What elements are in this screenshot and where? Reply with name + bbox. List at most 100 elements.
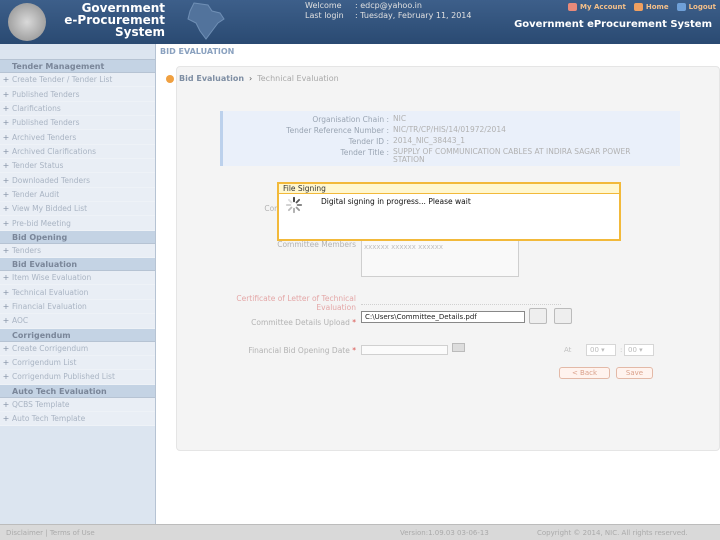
- my-account-link[interactable]: My Account: [568, 3, 626, 11]
- sidebar-item[interactable]: + Financial Evaluation: [0, 299, 155, 315]
- sidebar-group-header[interactable]: Bid Opening: [0, 230, 155, 244]
- sidebar-item-label: Financial Evaluation: [12, 301, 87, 311]
- plus-icon: +: [2, 175, 10, 185]
- dialog-message: Digital signing in progress... Please wa…: [321, 197, 471, 206]
- sidebar-item[interactable]: + AOC: [0, 314, 155, 329]
- sidebar-item[interactable]: + Create Corrigendum: [0, 341, 155, 356]
- breadcrumb: Bid Evaluation › Technical Evaluation: [166, 74, 339, 83]
- lastlogin-value: : Tuesday, February 11, 2014: [355, 11, 472, 20]
- sidebar-item-label: QCBS Template: [12, 399, 70, 409]
- sidebar-item[interactable]: + Clarifications: [0, 101, 155, 117]
- sidebar-item[interactable]: + Corrigendum Published List: [0, 370, 155, 385]
- home-icon: [633, 3, 643, 11]
- info-row-ref: Tender Reference Number : NIC/TR/CP/HIS/1…: [223, 126, 648, 136]
- plus-icon: +: [2, 245, 10, 255]
- dialog-body: Digital signing in progress... Please wa…: [279, 194, 619, 239]
- sidebar-item[interactable]: + Pre-bid Meeting: [0, 216, 155, 231]
- browse-button[interactable]: [529, 308, 547, 324]
- plus-icon: +: [2, 89, 10, 99]
- committee-members-textarea[interactable]: xxxxxx xxxxxx xxxxxx: [361, 240, 519, 277]
- sidebar-top-strip: [0, 44, 155, 60]
- info-row-id: Tender ID : 2014_NIC_38443_1: [223, 136, 648, 147]
- plus-icon: +: [2, 132, 10, 142]
- sidebar-item-label: Item Wise Evaluation: [12, 273, 92, 283]
- sidebar-item[interactable]: + Tenders: [0, 243, 155, 259]
- sidebar-item-label: View My Bidded List: [12, 204, 88, 214]
- calendar-icon[interactable]: [452, 343, 465, 352]
- sidebar-item-label: Create Corrigendum: [12, 343, 89, 353]
- sidebar-item[interactable]: + Published Tenders: [0, 116, 155, 131]
- sidebar-item[interactable]: + Downloaded Tenders: [0, 173, 155, 188]
- plus-icon: +: [2, 316, 10, 326]
- file-signing-dialog: File Signing Digital signing in progress…: [277, 182, 621, 241]
- terms-link[interactable]: Terms of Use: [50, 529, 95, 537]
- sidebar-item[interactable]: + Published Tenders: [0, 87, 155, 102]
- sidebar-item-label: Published Tenders: [12, 89, 80, 99]
- minute-select[interactable]: 00 ▾: [624, 344, 654, 356]
- committee-members-value: xxxxxx xxxxxx xxxxxx: [364, 243, 444, 251]
- file-path-value: C:\Users\Committee_Details.pdf: [365, 313, 477, 321]
- sidebar-item-label: Tenders: [12, 245, 42, 255]
- sidebar-item-label: Auto Tech Template: [12, 414, 86, 424]
- plus-icon: +: [2, 161, 10, 171]
- sidebar-item[interactable]: + Create Tender / Tender List: [0, 73, 155, 88]
- committee-members-label-text: Committee Members: [277, 240, 356, 249]
- sidebar-item[interactable]: + Corrigendum List: [0, 355, 155, 371]
- sidebar-group-header[interactable]: Tender Management: [0, 60, 155, 73]
- hour-value: 00: [590, 346, 599, 354]
- info-key: Tender Reference Number :: [286, 126, 389, 135]
- sidebar-item-label: Archived Tenders: [12, 132, 77, 142]
- user-icon: [568, 3, 578, 11]
- sidebar-item-label: Tender Status: [12, 161, 64, 171]
- sidebar: Tender Management + Create Tender / Tender…: [0, 44, 156, 524]
- plus-icon: +: [2, 75, 10, 85]
- info-row-org: Organisation Chain : NIC: [223, 115, 648, 125]
- sidebar-item[interactable]: + Archived Tenders: [0, 130, 155, 145]
- sidebar-item[interactable]: + Tender Audit: [0, 187, 155, 203]
- sidebar-item-label: Corrigendum Published List: [12, 372, 115, 382]
- committee-members-label: Committee Members: [216, 240, 356, 249]
- sidebar-item[interactable]: + QCBS Template: [0, 397, 155, 412]
- hour-select[interactable]: 00 ▾: [586, 344, 616, 356]
- home-label: Home: [645, 3, 669, 11]
- national-emblem-logo: [8, 3, 46, 41]
- footer-links: Disclaimer | Terms of Use: [6, 529, 95, 537]
- back-button[interactable]: < Back: [559, 367, 610, 379]
- time-at-label: At: [564, 346, 572, 354]
- tender-info-box: Organisation Chain : NIC Tender Reference…: [220, 111, 680, 166]
- bullet-icon: [166, 74, 174, 83]
- financial-bid-date-label-text: Financial Bid Opening Date: [248, 346, 350, 355]
- sidebar-group-header[interactable]: Auto Tech Evaluation: [0, 384, 155, 398]
- plus-icon: +: [2, 146, 10, 156]
- info-value: 2014_NIC_38443_1: [393, 136, 466, 145]
- time-separator: :: [620, 346, 623, 354]
- upload-label-text: Committee Details Upload: [251, 318, 350, 327]
- financial-bid-date-input[interactable]: [361, 345, 448, 355]
- save-button[interactable]: Save: [616, 367, 653, 379]
- plus-icon: +: [2, 204, 10, 214]
- upload-button[interactable]: [554, 308, 572, 324]
- breadcrumb-bid-evaluation[interactable]: Bid Evaluation: [179, 74, 244, 83]
- my-account-label: My Account: [580, 3, 626, 11]
- sidebar-item-label: Create Tender / Tender List: [12, 75, 113, 85]
- home-link[interactable]: Home: [633, 3, 669, 11]
- sidebar-item-label: Technical Evaluation: [12, 287, 89, 297]
- committee-details-file-input[interactable]: C:\Users\Committee_Details.pdf: [361, 311, 525, 323]
- chevron-right-icon: ›: [249, 74, 253, 83]
- sidebar-item[interactable]: + Technical Evaluation: [0, 285, 155, 300]
- sidebar-item[interactable]: + Archived Clarifications: [0, 144, 155, 160]
- sidebar-item[interactable]: + View My Bidded List: [0, 202, 155, 217]
- sidebar-group-header[interactable]: Bid Evaluation: [0, 258, 155, 272]
- logout-link[interactable]: Logout: [676, 3, 716, 11]
- sidebar-item[interactable]: + Auto Tech Template: [0, 411, 155, 427]
- plus-icon: +: [2, 103, 10, 113]
- lastlogin-label: Last login: [305, 11, 344, 20]
- sidebar-group-header[interactable]: Corrigendum: [0, 328, 155, 342]
- sidebar-item[interactable]: + Item Wise Evaluation: [0, 271, 155, 286]
- sidebar-item-label: AOC: [12, 316, 29, 326]
- sidebar-item[interactable]: + Tender Status: [0, 159, 155, 174]
- sidebar-item-label: Pre-bid Meeting: [12, 218, 71, 228]
- sidebar-menu: Tender Management + Create Tender / Tender…: [0, 60, 155, 427]
- disclaimer-link[interactable]: Disclaimer: [6, 529, 43, 537]
- sidebar-item-label: Archived Clarifications: [12, 146, 97, 156]
